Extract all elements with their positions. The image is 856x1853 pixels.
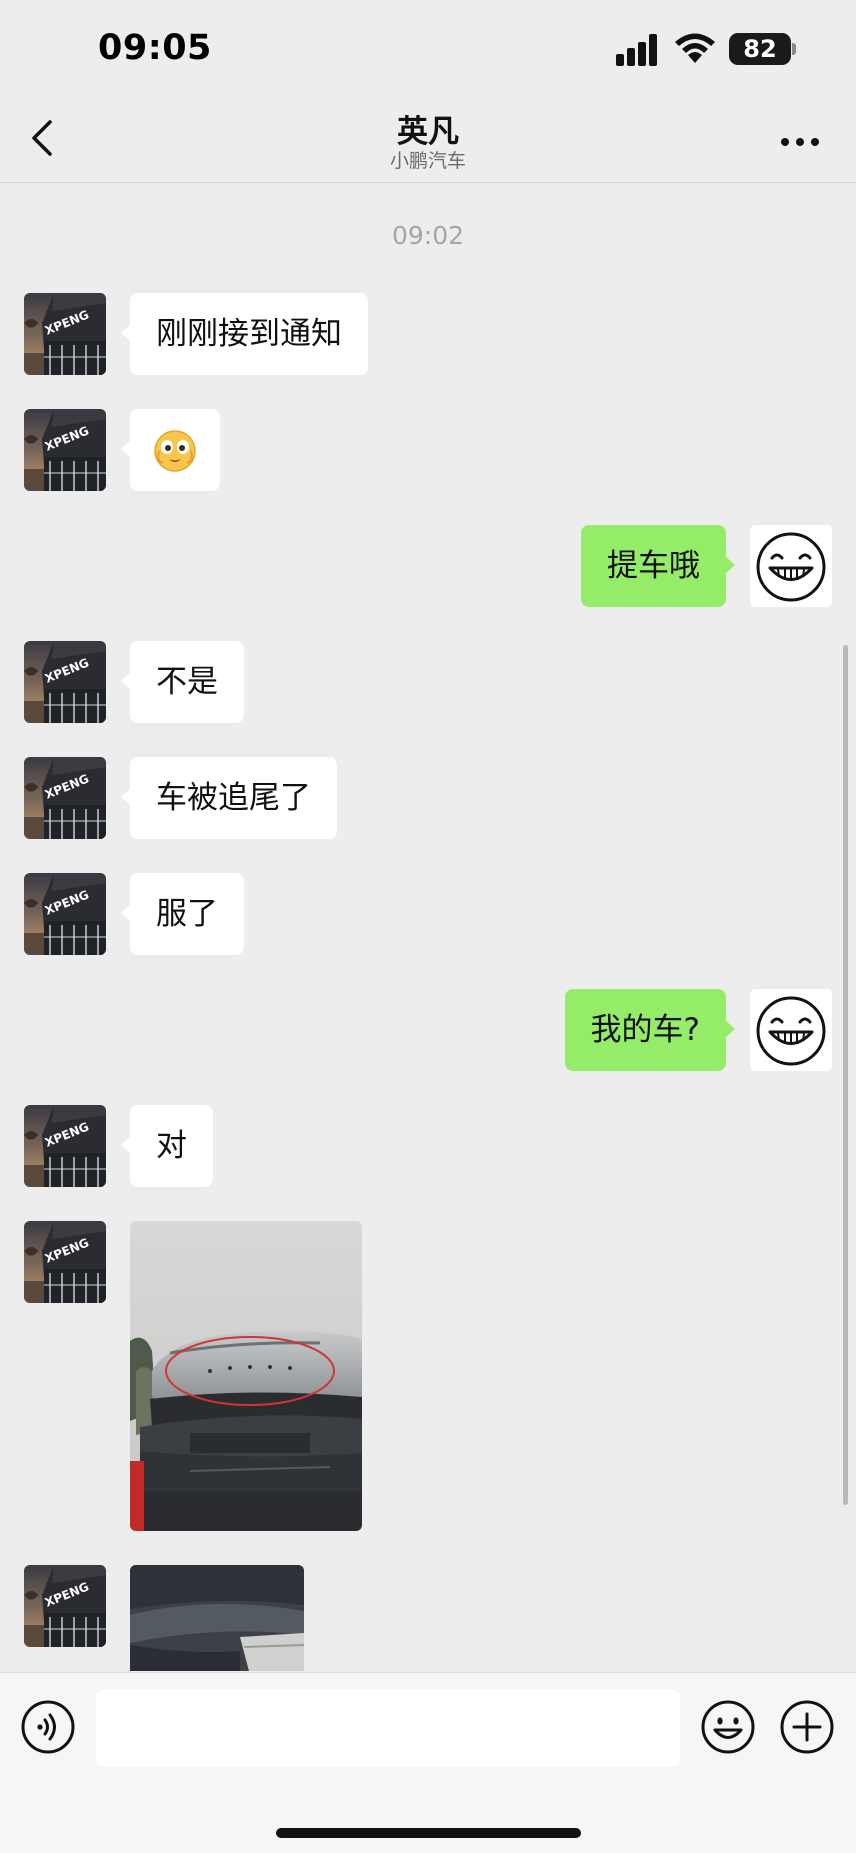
- message-bubble-outgoing[interactable]: 我的车?: [564, 989, 736, 1071]
- message-bubble-incoming[interactable]: 车被追尾了: [121, 757, 337, 839]
- image-message[interactable]: [130, 1221, 362, 1531]
- plus-icon[interactable]: [779, 1699, 835, 1755]
- smiley-icon[interactable]: [700, 1699, 756, 1755]
- message-bubble-outgoing[interactable]: 提车哦: [581, 525, 735, 607]
- contact-avatar[interactable]: [24, 873, 106, 955]
- input-bar: [0, 1672, 856, 1853]
- contact-avatar[interactable]: [24, 1565, 106, 1647]
- surprised-face-emoji-icon: [154, 430, 196, 472]
- message-input[interactable]: [96, 1689, 680, 1767]
- my-avatar[interactable]: [750, 525, 832, 607]
- message-timestamp: 09:02: [391, 221, 465, 250]
- message-bubble-incoming[interactable]: [121, 409, 220, 491]
- scrollbar[interactable]: [843, 645, 848, 1505]
- car-rear-photo-partial: [130, 1565, 304, 1671]
- my-avatar[interactable]: [750, 989, 832, 1071]
- cellular-signal-icon: [616, 34, 657, 66]
- car-rear-photo: [130, 1221, 362, 1531]
- image-message[interactable]: [130, 1565, 304, 1671]
- voice-icon[interactable]: [20, 1699, 76, 1755]
- wifi-icon: [675, 33, 715, 63]
- contact-avatar[interactable]: [24, 1105, 106, 1187]
- chat-header: 英凡 小鹏汽车: [0, 100, 856, 183]
- more-dots-icon[interactable]: [780, 136, 820, 148]
- status-time: 09:05: [98, 28, 212, 68]
- contact-avatar[interactable]: [24, 293, 106, 375]
- contact-avatar[interactable]: [24, 1221, 106, 1303]
- message-bubble-incoming[interactable]: 对: [121, 1105, 213, 1187]
- chat-subtitle: 小鹏汽车: [389, 150, 466, 172]
- home-indicator: [276, 1828, 581, 1838]
- chat-title: 英凡: [397, 114, 459, 150]
- message-bubble-incoming[interactable]: 不是: [121, 641, 244, 723]
- contact-avatar[interactable]: [24, 409, 106, 491]
- message-bubble-incoming[interactable]: 服了: [121, 873, 244, 955]
- message-list[interactable]: 09:02 刚刚接到通知 提车哦 不是 车被追尾了 服了 我的车? 对: [0, 183, 856, 1671]
- battery-indicator: 82: [729, 33, 791, 65]
- status-bar: 09:05 82: [0, 0, 856, 100]
- contact-avatar[interactable]: [24, 757, 106, 839]
- message-bubble-incoming[interactable]: 刚刚接到通知: [121, 293, 368, 375]
- contact-avatar[interactable]: [24, 641, 106, 723]
- battery-tip: [792, 43, 796, 55]
